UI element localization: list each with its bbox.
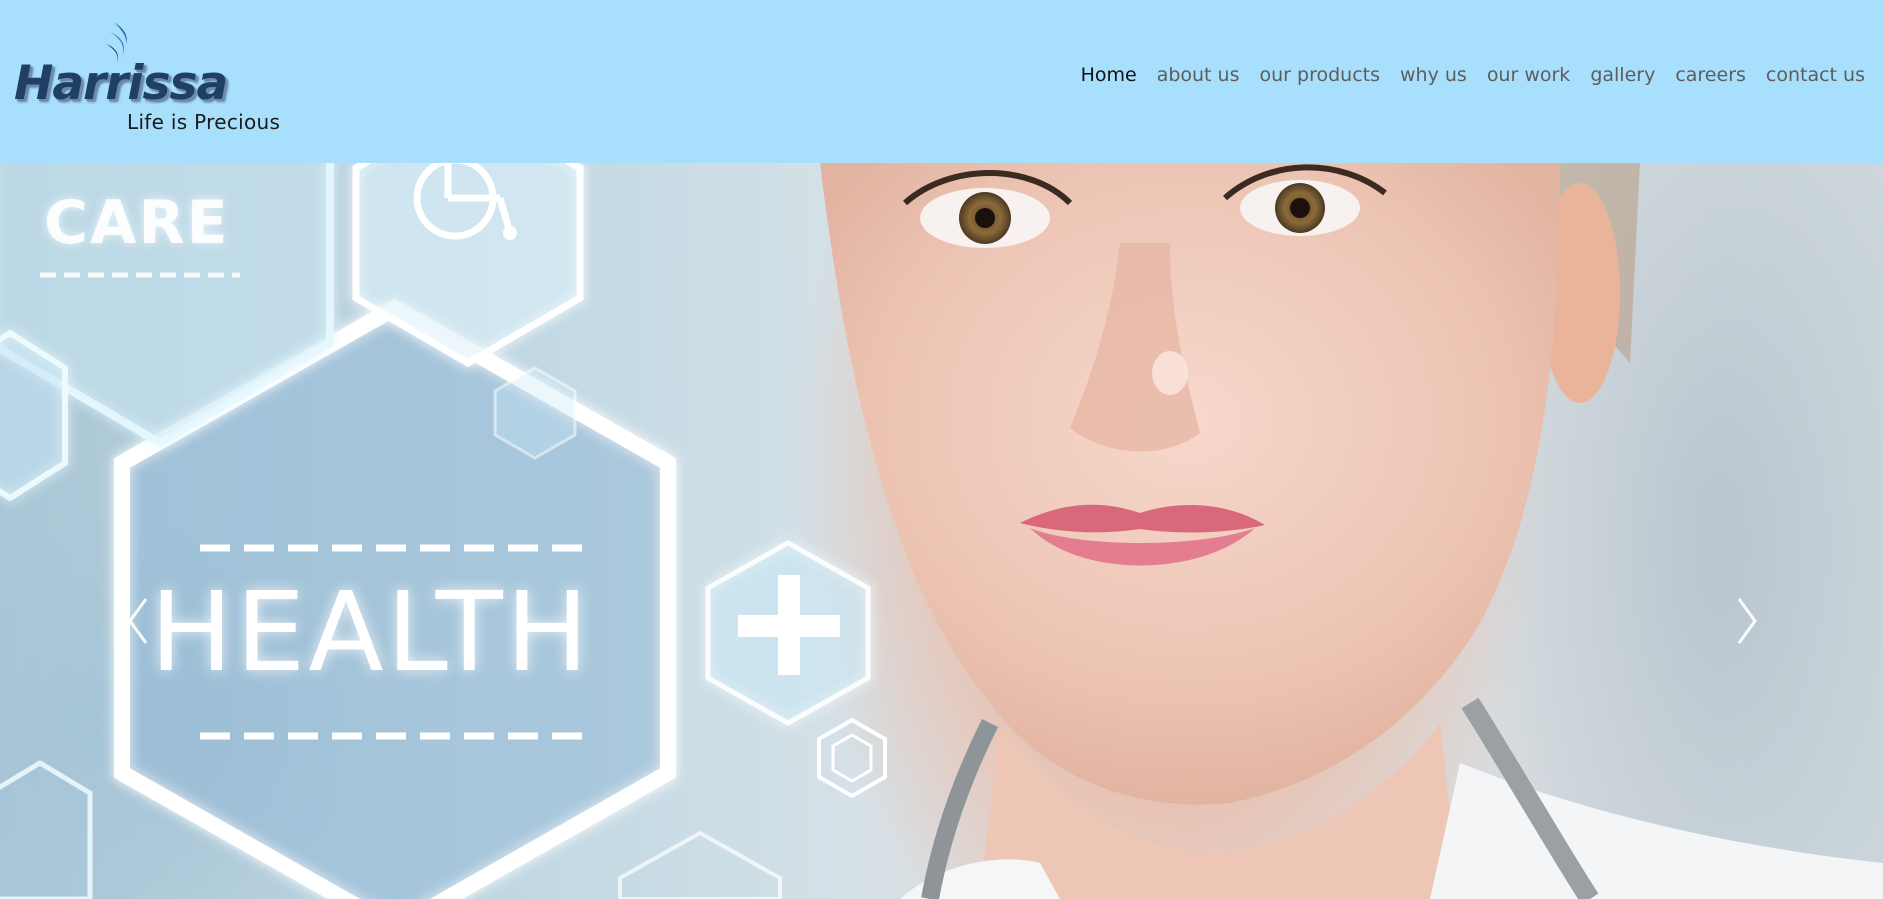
- chevron-left-icon: [128, 598, 148, 644]
- nav-item-careers[interactable]: careers: [1675, 64, 1746, 86]
- nav-item-contact-us[interactable]: contact us: [1766, 64, 1865, 86]
- site-header: Harrissa Life is Precious Home about us …: [0, 0, 1883, 163]
- logo-tagline: Life is Precious: [127, 110, 281, 134]
- hexagon-overlay: [0, 163, 887, 899]
- nav-item-why-us[interactable]: why us: [1400, 64, 1467, 86]
- nav-item-about-us[interactable]: about us: [1157, 64, 1240, 86]
- nav-item-home[interactable]: Home: [1081, 64, 1137, 86]
- logo-wordmark: Harrissa: [14, 56, 228, 111]
- chevron-right-icon: [1737, 598, 1757, 644]
- care-label: CARE: [44, 188, 230, 258]
- health-label: HEALTH: [150, 568, 592, 696]
- hero-slider: CARE HEALTH: [0, 163, 1883, 899]
- nav-item-gallery[interactable]: gallery: [1590, 64, 1655, 86]
- logo[interactable]: Harrissa Life is Precious: [10, 16, 300, 141]
- carousel-next-button[interactable]: [1727, 593, 1767, 649]
- nav-item-our-products[interactable]: our products: [1260, 64, 1381, 86]
- carousel-prev-button[interactable]: [118, 593, 158, 649]
- main-nav: Home about us our products why us our wo…: [1081, 64, 1865, 86]
- nav-item-our-work[interactable]: our work: [1487, 64, 1571, 86]
